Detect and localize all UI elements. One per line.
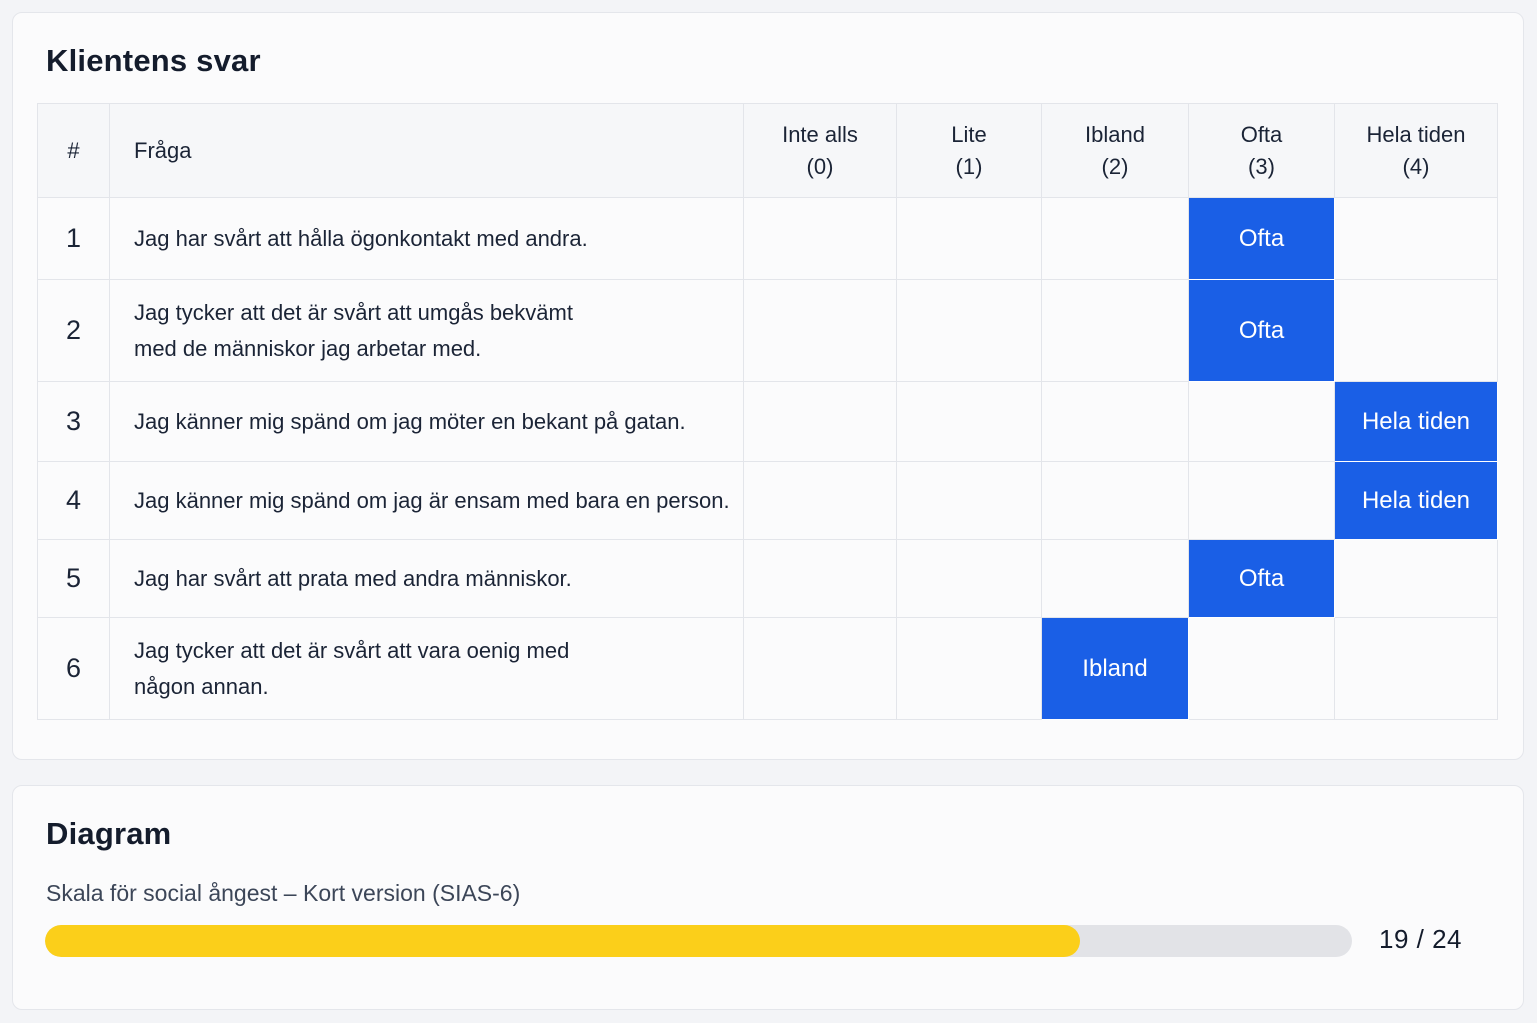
question-line: Jag tycker att det är svårt att umgås be… (134, 299, 573, 325)
option-value: (4) (1402, 153, 1430, 179)
answers-table: # Fråga Inte alls (0) Lite (1) Ibland (2… (37, 103, 1498, 720)
option-value: (3) (1248, 153, 1275, 179)
answer-cell (1334, 197, 1498, 280)
table-row: 6 Jag tycker att det är svårt att vara oe… (37, 617, 1498, 720)
question-text: Jag tycker att det är svårt att umgås be… (109, 279, 744, 382)
option-value: (0) (806, 153, 834, 179)
question-text: Jag tycker att det är svårt att vara oen… (109, 617, 744, 720)
column-header-option: Inte alls (0) (743, 103, 897, 198)
column-header-option: Ibland (2) (1041, 103, 1189, 198)
answer-cell (743, 539, 897, 618)
answer-cell (896, 539, 1042, 618)
table-row: 2 Jag tycker att det är svårt att umgås b… (37, 279, 1498, 382)
option-label: Ofta (1240, 121, 1283, 147)
row-number: 2 (37, 279, 110, 382)
table-row: 5 Jag har svårt att prata med andra männi… (37, 539, 1498, 618)
column-header-option: Ofta (3) (1188, 103, 1335, 198)
answer-cell (1041, 539, 1189, 618)
scale-label: Skala för social ångest – Kort version (… (46, 880, 521, 906)
question-line: Jag tycker att det är svårt att vara oen… (134, 637, 570, 663)
selected-answer-cell: Hela tiden (1334, 461, 1498, 540)
answers-body: 1 Jag har svårt att hålla ögonkontakt med… (37, 197, 1498, 720)
table-row: 4 Jag känner mig spänd om jag är ensam me… (37, 461, 1498, 540)
answer-cell (1041, 381, 1189, 462)
answer-cell (1041, 279, 1189, 382)
score-text: 19 / 24 (1379, 924, 1463, 954)
selected-answer-cell: Ibland (1041, 617, 1189, 720)
table-row: 3 Jag känner mig spänd om jag möter en be… (37, 381, 1498, 462)
answer-cell (1041, 197, 1189, 280)
question-line: Jag känner mig spänd om jag är ensam med… (134, 487, 730, 513)
answer-cell (896, 461, 1042, 540)
option-label: Lite (951, 121, 987, 147)
answer-cell (1334, 279, 1498, 382)
selected-answer-cell: Hela tiden (1334, 381, 1498, 462)
score-progress-bar (45, 925, 1352, 957)
answer-cell (1334, 539, 1498, 618)
answer-cell (896, 381, 1042, 462)
option-label: Hela tiden (1366, 121, 1466, 147)
option-value: (1) (955, 153, 983, 179)
answer-cell (743, 279, 897, 382)
question-text: Jag har svårt att prata med andra männis… (109, 539, 744, 618)
selected-answer-cell: Ofta (1188, 197, 1335, 280)
question-line: Jag har svårt att hålla ögonkontakt med … (134, 225, 588, 251)
column-header-option: Hela tiden (4) (1334, 103, 1498, 198)
answer-cell (1188, 617, 1335, 720)
answer-cell (743, 461, 897, 540)
answer-cell (896, 279, 1042, 382)
answer-cell (896, 197, 1042, 280)
question-line: Jag har svårt att prata med andra männis… (134, 565, 572, 591)
selected-answer-cell: Ofta (1188, 279, 1335, 382)
column-header-number: # (37, 103, 110, 198)
answer-cell (1334, 617, 1498, 720)
question-text: Jag har svårt att hålla ögonkontakt med … (109, 197, 744, 280)
answer-cell (743, 381, 897, 462)
answer-cell (1188, 381, 1335, 462)
diagram-title: Diagram (46, 816, 172, 851)
option-value: (2) (1101, 153, 1129, 179)
answer-cell (1041, 461, 1189, 540)
table-row: 1 Jag har svårt att hålla ögonkontakt med… (37, 197, 1498, 280)
question-text: Jag känner mig spänd om jag är ensam med… (109, 461, 744, 540)
answer-cell (1188, 461, 1335, 540)
option-label: Ibland (1085, 121, 1145, 147)
selected-answer-cell: Ofta (1188, 539, 1335, 618)
question-line: någon annan. (134, 673, 269, 699)
row-number: 4 (37, 461, 110, 540)
row-number: 6 (37, 617, 110, 720)
row-number: 1 (37, 197, 110, 280)
row-number: 3 (37, 381, 110, 462)
answer-cell (896, 617, 1042, 720)
question-line: Jag känner mig spänd om jag möter en bek… (134, 408, 686, 434)
option-label: Inte alls (782, 121, 858, 147)
answers-title: Klientens svar (46, 43, 261, 78)
row-number: 5 (37, 539, 110, 618)
column-header-question: Fråga (109, 103, 744, 198)
column-header-option: Lite (1) (896, 103, 1042, 198)
answer-cell (743, 617, 897, 720)
answers-card: Klientens svar # Fråga Inte alls (0) Lit… (12, 12, 1524, 760)
question-text: Jag känner mig spänd om jag möter en bek… (109, 381, 744, 462)
answer-cell (743, 197, 897, 280)
score-progress-fill (45, 925, 1080, 957)
diagram-card: Diagram Skala för social ångest – Kort v… (12, 785, 1524, 1010)
header-row: # Fråga Inte alls (0) Lite (1) Ibland (2… (37, 103, 1498, 198)
question-line: med de människor jag arbetar med. (134, 335, 482, 361)
